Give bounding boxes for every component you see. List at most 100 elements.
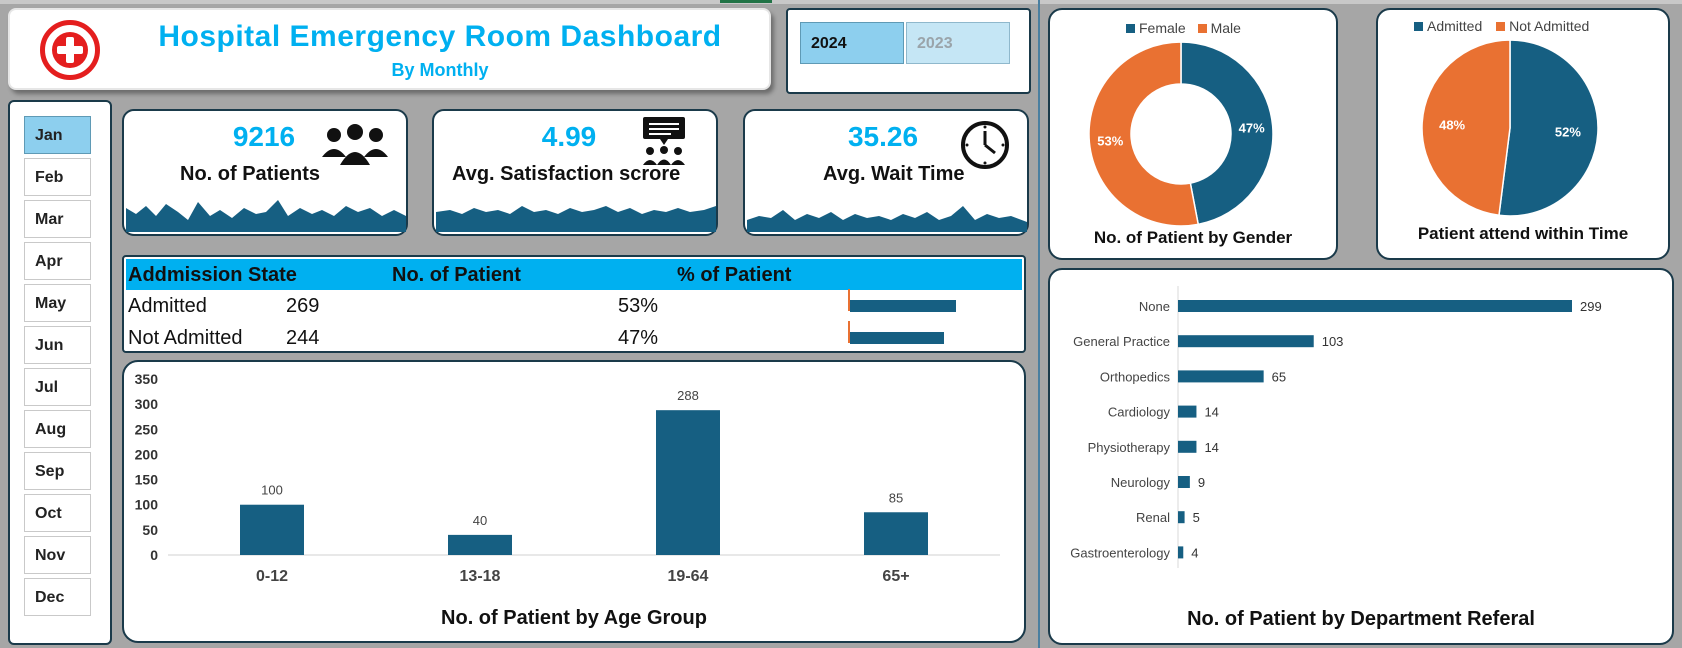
- bar-0-12: [240, 504, 304, 555]
- header-patient-count: No. of Patient: [392, 264, 521, 286]
- clock-icon: [961, 121, 1009, 169]
- bar-19-64: [656, 410, 720, 555]
- category-label: Orthopedics: [1100, 369, 1171, 384]
- admission-table: Addmission State No. of Patient % of Pat…: [122, 255, 1026, 353]
- meeting-feedback-icon: [643, 117, 685, 165]
- slice-label: 47%: [1239, 120, 1265, 135]
- age-group-chart: 0 50 100 150 200 250 300 350 100 0-12 40 13-18 288 19…: [135, 371, 1000, 585]
- category-label: 13-18: [460, 568, 501, 585]
- month-button-oct[interactable]: Oct: [24, 494, 91, 532]
- bar-13-18: [448, 534, 512, 555]
- data-label: 65: [1272, 369, 1286, 384]
- category-label: Neurology: [1111, 475, 1171, 490]
- data-label: 9: [1198, 475, 1205, 490]
- month-button-jun[interactable]: Jun: [24, 326, 91, 364]
- slice-admitted: [1498, 39, 1599, 217]
- y-tick-label: 250: [135, 421, 159, 437]
- bar-neurology: [1178, 476, 1190, 488]
- bar-none: [1178, 300, 1572, 312]
- kpi-value: 4.99: [541, 121, 597, 152]
- category-label: 65+: [882, 568, 909, 585]
- slice-label: 48%: [1439, 117, 1465, 132]
- year-button-2023[interactable]: 2023: [906, 22, 1010, 64]
- data-label: 14: [1204, 440, 1218, 455]
- header-patient-percent: % of Patient: [677, 264, 792, 286]
- month-button-nov[interactable]: Nov: [24, 536, 91, 574]
- data-bar: [850, 332, 944, 344]
- month-button-dec[interactable]: Dec: [24, 578, 91, 616]
- data-label: 85: [889, 490, 903, 505]
- month-slicer: Jan Feb Mar Apr May Jun Jul Aug Sep Oct Nov Dec: [8, 100, 112, 645]
- y-tick-label: 150: [135, 472, 159, 488]
- category-label: Gastroenterology: [1070, 545, 1170, 560]
- month-button-jul[interactable]: Jul: [24, 368, 91, 406]
- attend-pie-chart: 52% 48%: [1421, 39, 1599, 217]
- data-label: 103: [1322, 334, 1344, 349]
- dashboard-subtitle: By Monthly: [391, 60, 489, 80]
- month-button-aug[interactable]: Aug: [24, 410, 91, 448]
- medical-cross-icon: [40, 20, 100, 80]
- data-label: 4: [1191, 545, 1198, 560]
- gender-chart-title: No. of Patient by Gender: [1093, 228, 1293, 247]
- data-label: 5: [1193, 510, 1200, 525]
- data-label: 100: [261, 483, 283, 498]
- age-chart-title: No. of Patient by Age Group: [441, 607, 707, 629]
- bar-physiotherapy: [1178, 440, 1197, 453]
- category-label: None: [1139, 299, 1170, 314]
- month-button-jan[interactable]: Jan: [24, 116, 91, 154]
- y-tick-label: 100: [135, 497, 159, 513]
- y-tick-label: 0: [150, 547, 158, 563]
- row-state: Admitted: [128, 295, 207, 317]
- data-label: 299: [1580, 299, 1602, 314]
- category-label: 19-64: [668, 568, 709, 585]
- bar-renal: [1178, 511, 1185, 524]
- kpi-value: 35.26: [847, 121, 919, 152]
- kpi-card-patients: 9216 No. of Patients: [122, 109, 408, 236]
- kpi-label: Avg. Wait Time: [823, 163, 965, 185]
- data-bar: [850, 300, 956, 312]
- title-panel: Hospital Emergency Room Dashboard By Mon…: [8, 8, 771, 90]
- patients-sparkline: [126, 200, 406, 232]
- bar-gastroenterology: [1178, 546, 1184, 559]
- month-button-feb[interactable]: Feb: [24, 158, 91, 196]
- row-percent: 53%: [618, 295, 659, 317]
- kpi-card-wait-time: 35.26 Avg. Wait Time: [743, 109, 1029, 236]
- data-bar-label: [C: [950, 333, 961, 344]
- slice-label: 53%: [1097, 134, 1123, 149]
- header-admission-state: Addmission State: [128, 264, 297, 286]
- y-tick-label: 50: [142, 522, 158, 538]
- attend-chart-title: Patient attend within Time: [1417, 224, 1629, 243]
- attend-chart-panel: Admitted Not Admitted 52% 48% Patient att…: [1376, 8, 1670, 260]
- age-group-chart-panel: 0 50 100 150 200 250 300 350 100 0-12 40 13-18 288 19…: [122, 360, 1026, 643]
- month-button-mar[interactable]: Mar: [24, 200, 91, 238]
- dashboard-title: Hospital Emergency Room Dashboard: [158, 20, 722, 53]
- bar-general-practice: [1178, 335, 1314, 348]
- wait-time-sparkline: [747, 206, 1027, 232]
- row-count: 244: [286, 327, 320, 349]
- month-button-sep[interactable]: Sep: [24, 452, 91, 490]
- bar-65+: [864, 512, 928, 555]
- y-tick-label: 350: [135, 371, 159, 387]
- spreadsheet-top-strip: [0, 0, 1682, 4]
- satisfaction-sparkline: [436, 206, 716, 232]
- active-cell-marker: [720, 0, 772, 3]
- department-chart-title: No. of Patient by Department Referal: [1187, 608, 1535, 630]
- kpi-card-satisfaction: 4.99 Avg. Satisfaction scrore: [432, 109, 718, 236]
- bar-orthopedics: [1178, 370, 1264, 383]
- year-button-2024[interactable]: 2024: [800, 22, 904, 64]
- category-label: Renal: [1136, 510, 1170, 525]
- people-group-icon: [322, 124, 388, 165]
- category-label: Physiotherapy: [1088, 440, 1171, 455]
- slice-label: 52%: [1555, 125, 1581, 140]
- row-state: Not Admitted: [128, 327, 243, 349]
- month-button-apr[interactable]: Apr: [24, 242, 91, 280]
- y-tick-label: 300: [135, 396, 159, 412]
- gender-chart-panel: Female Male 47% 53% No. of Patient by Gen…: [1048, 8, 1338, 260]
- admission-table-header: Addmission State No. of Patient % of Pat…: [126, 259, 1022, 290]
- slice-not-admitted: [1421, 39, 1511, 217]
- category-label: Cardiology: [1108, 405, 1171, 420]
- gender-donut-chart: 47% 53%: [1088, 41, 1274, 227]
- row-percent: 47%: [618, 327, 659, 349]
- section-divider: [1038, 0, 1040, 648]
- month-button-may[interactable]: May: [24, 284, 91, 322]
